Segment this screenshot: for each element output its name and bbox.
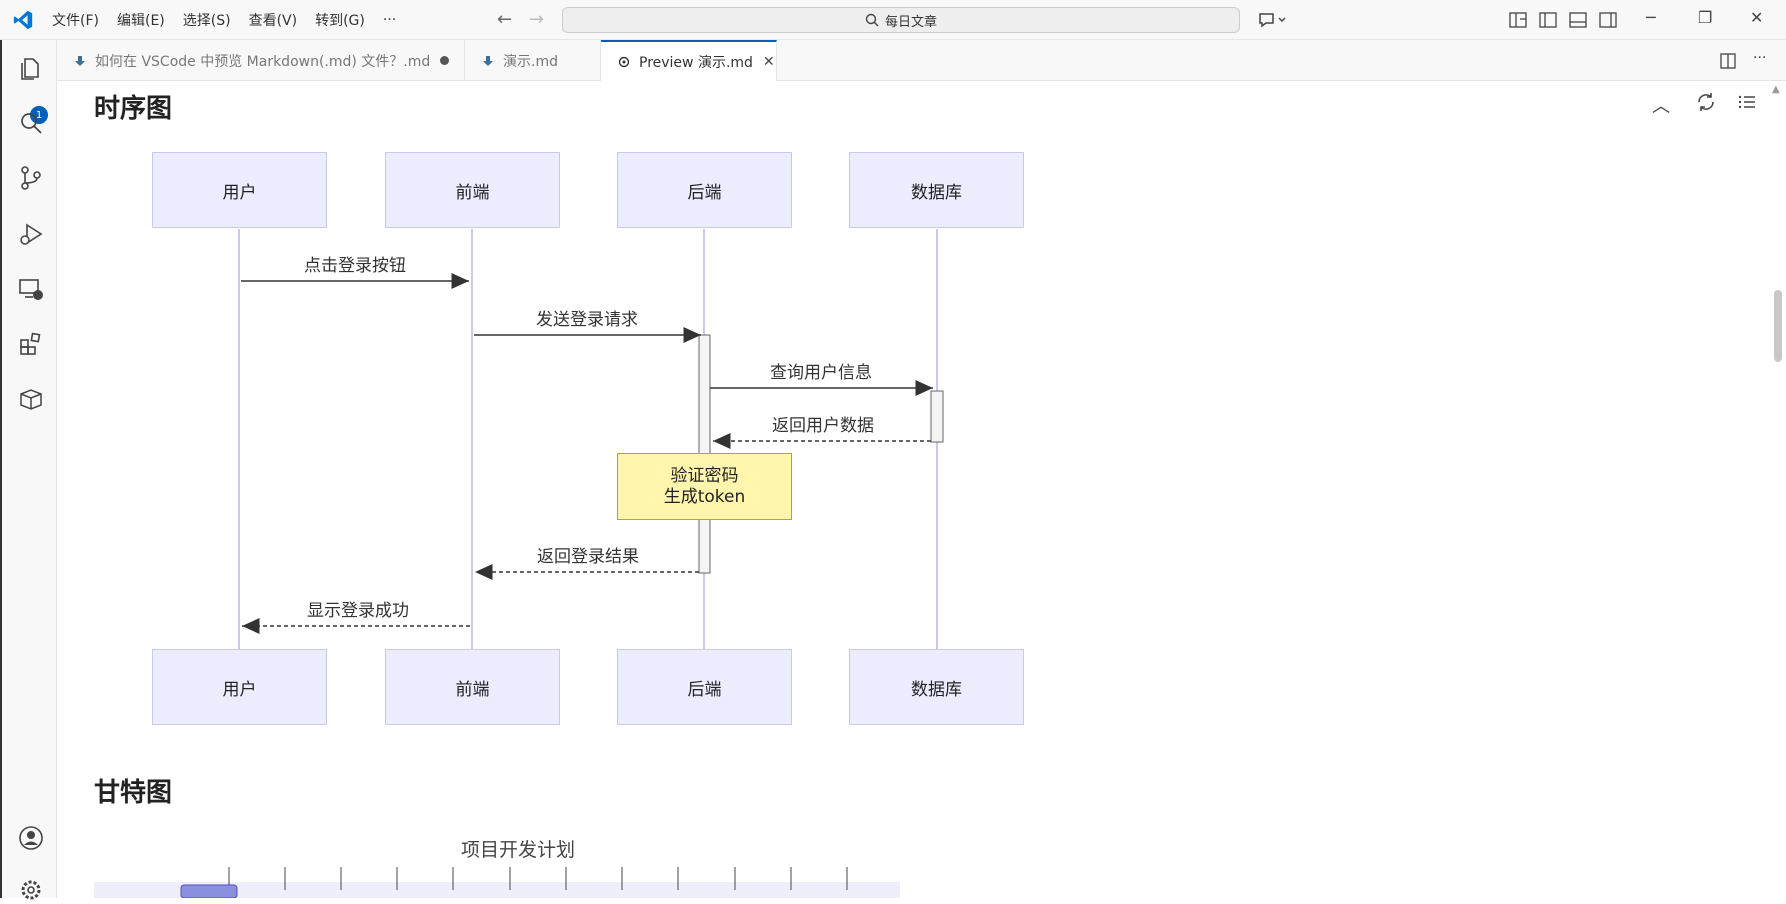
note-line-2: 生成token [663,486,746,507]
actor-database-top: 数据库 [849,152,1024,228]
sequence-diagram-lines [238,229,944,650]
section-title-gantt: 甘特图 [94,778,173,808]
message-label-2: 发送登录请求 [536,310,638,330]
actor-user-bottom: 用户 [152,649,327,725]
message-label-5: 返回登录结果 [537,547,639,567]
message-label-4: 返回用户数据 [772,416,874,436]
note-line-1: 验证密码 [670,465,739,486]
gantt-chart-title: 项目开发计划 [460,839,575,861]
actor-frontend-bottom: 前端 [385,649,560,725]
actor-frontend-top: 前端 [385,152,560,228]
actor-backend-bottom: 后端 [617,649,792,725]
actor-user-top: 用户 [152,152,327,228]
message-label-3: 查询用户信息 [770,363,872,383]
gantt-chart-partial [94,867,900,898]
actor-database-bottom: 数据库 [849,649,1024,725]
note-verify-password: 验证密码 生成token [617,453,792,520]
actor-backend-top: 后端 [617,152,792,228]
message-label-6: 显示登录成功 [307,601,409,621]
message-label-1: 点击登录按钮 [304,256,406,276]
